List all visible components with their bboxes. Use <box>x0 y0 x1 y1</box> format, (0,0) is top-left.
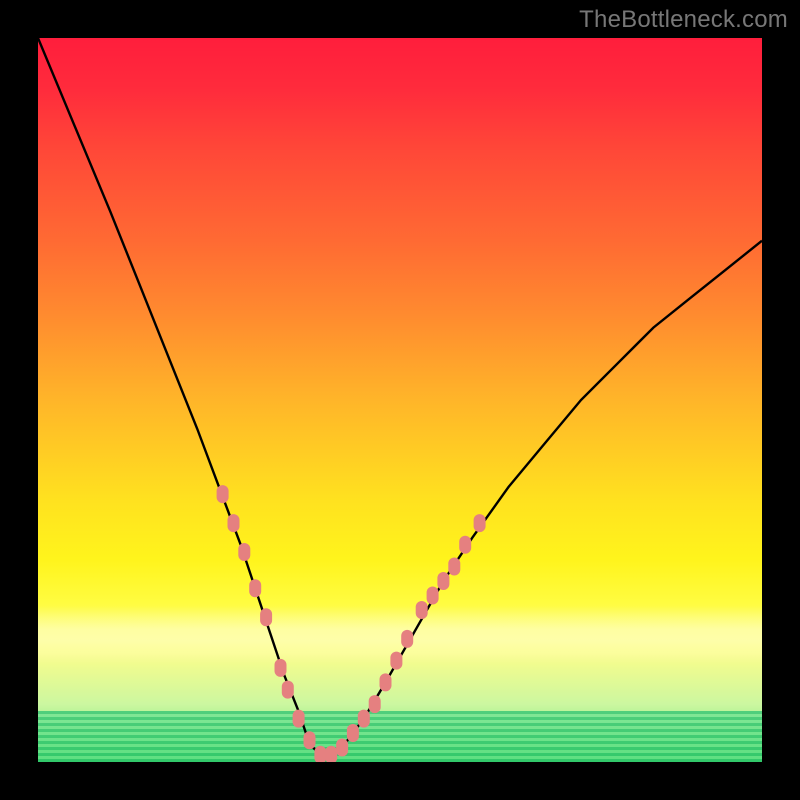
chart-frame: TheBottleneck.com <box>0 0 800 800</box>
curve-marker <box>249 579 261 597</box>
curve-marker <box>228 514 240 532</box>
curve-marker <box>238 543 250 561</box>
curve-marker <box>293 710 305 728</box>
curve-marker <box>437 572 449 590</box>
curve-marker <box>427 587 439 605</box>
curve-marker <box>314 746 326 762</box>
plot-area <box>38 38 762 762</box>
curve-layer <box>38 38 762 762</box>
curve-marker <box>459 536 471 554</box>
curve-marker <box>358 710 370 728</box>
bottleneck-curve <box>38 38 762 755</box>
curve-marker <box>380 673 392 691</box>
curve-marker <box>448 558 460 576</box>
curve-markers <box>217 485 486 762</box>
curve-marker <box>416 601 428 619</box>
curve-marker <box>217 485 229 503</box>
watermark-text: TheBottleneck.com <box>579 6 788 34</box>
curve-marker <box>304 731 316 749</box>
curve-marker <box>390 652 402 670</box>
curve-marker <box>336 739 348 757</box>
curve-marker <box>275 659 287 677</box>
curve-marker <box>347 724 359 742</box>
curve-marker <box>401 630 413 648</box>
curve-marker <box>474 514 486 532</box>
curve-marker <box>260 608 272 626</box>
curve-marker <box>325 746 337 762</box>
curve-marker <box>369 695 381 713</box>
curve-marker <box>282 681 294 699</box>
